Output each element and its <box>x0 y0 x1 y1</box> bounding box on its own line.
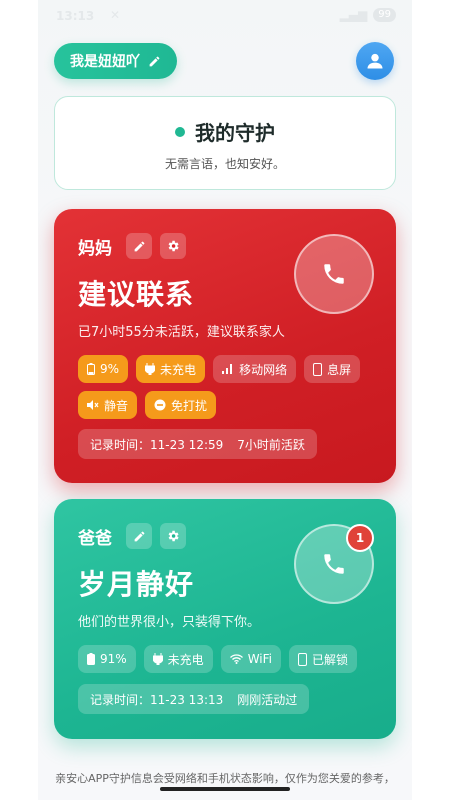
signal-bars-icon <box>222 364 233 374</box>
do-not-disturb-icon <box>154 399 166 411</box>
member-settings-button[interactable] <box>160 523 186 549</box>
record-row: 记录时间：11-23 12:59 7小时前活跃 <box>78 429 317 459</box>
battery-full-icon <box>87 653 95 665</box>
call-button[interactable] <box>294 234 374 314</box>
phone-device-icon <box>298 652 307 666</box>
edit-member-button[interactable] <box>126 233 152 259</box>
signal-status-icon: ▂▄▆ <box>339 8 368 22</box>
mute-status-icon: ✕ <box>110 8 121 22</box>
status-dot <box>175 126 185 137</box>
footer-disclaimer: 亲安心APP守护信息会受网络和手机状态影响，仅作为您关爱的参考， <box>55 772 395 785</box>
wifi-icon <box>229 654 243 664</box>
record-ago: 7小时前活跃 <box>237 437 305 452</box>
app-screen: 13:13 ✕ ▂▄▆ 99 我是妞妞吖 我的守护 无需言语，也知安好。 妈妈 <box>38 0 412 800</box>
gear-icon <box>168 530 179 542</box>
status-time: 13:13 <box>56 9 95 23</box>
notification-badge: 1 <box>346 524 374 552</box>
nickname-label: 我是妞妞吖 <box>70 54 140 70</box>
member-name: 妈妈 <box>78 238 112 259</box>
member-name: 爸爸 <box>78 528 112 549</box>
member-description: 他们的世界很小，只装得下你。 <box>78 615 261 630</box>
edit-member-button[interactable] <box>126 523 152 549</box>
plug-icon <box>145 363 156 375</box>
mute-icon <box>87 400 99 410</box>
battery-low-icon <box>87 363 95 375</box>
guard-title: 我的守护 <box>195 121 275 145</box>
guard-subtitle: 无需言语，也知安好。 <box>164 157 285 171</box>
home-indicator[interactable] <box>160 787 290 791</box>
chip-label: WiFi <box>247 652 272 666</box>
nickname-edit-button[interactable]: 我是妞妞吖 <box>54 43 177 79</box>
device-status-chips: 91% 未充电 WiFi 已解锁 <box>78 645 378 673</box>
record-row: 记录时间：11-23 13:13 刚刚活动过 <box>78 684 310 714</box>
user-icon <box>367 53 383 69</box>
gear-icon <box>168 240 179 252</box>
record-ago: 刚刚活动过 <box>237 692 298 707</box>
status-indicators: ▂▄▆ 99 <box>340 8 396 22</box>
profile-avatar-button[interactable] <box>356 42 394 80</box>
chip-charging: 未充电 <box>143 645 213 673</box>
chip-label: 未充电 <box>167 652 204 667</box>
member-description: 已7小时55分未活跃，建议联系家人 <box>78 325 285 340</box>
battery-status-badge: 99 <box>373 8 396 22</box>
pencil-icon <box>149 56 160 66</box>
phone-icon <box>324 554 344 574</box>
family-card-mom[interactable]: 妈妈 建议联系 已7小时55分未活跃，建议联系家人 9% 未充电 移动网络 息屏… <box>54 209 396 483</box>
card-header: 妈妈 <box>78 233 186 259</box>
chip-screen: 已解锁 <box>289 645 358 673</box>
family-card-dad[interactable]: 爸爸 岁月静好 他们的世界很小，只装得下你。 1 91% 未充电 WiFi 已解… <box>54 499 396 739</box>
chip-mute: 静音 <box>78 391 138 419</box>
phone-device-icon <box>313 362 323 376</box>
member-settings-button[interactable] <box>160 233 186 259</box>
chip-label: 移动网络 <box>239 362 288 377</box>
pencil-icon <box>134 241 144 251</box>
chip-screen: 息屏 <box>304 355 361 383</box>
chip-charging: 未充电 <box>136 355 206 383</box>
chip-network: 移动网络 <box>213 355 297 383</box>
record-time: 记录时间：11-23 12:59 <box>90 437 224 452</box>
chip-dnd: 免打扰 <box>145 391 217 419</box>
my-guard-card: 我的守护 无需言语，也知安好。 <box>54 96 396 190</box>
device-status-chips: 9% 未充电 移动网络 息屏 静音 免打扰 <box>78 355 378 419</box>
status-bar: 13:13 ✕ ▂▄▆ 99 <box>38 0 412 34</box>
chip-battery: 9% <box>78 355 129 383</box>
chip-label: 91% <box>100 652 127 666</box>
card-header: 爸爸 <box>78 523 186 549</box>
member-status: 建议联系 <box>78 278 195 311</box>
guard-title-row: 我的守护 <box>55 117 395 146</box>
plug-icon <box>152 653 163 665</box>
chip-battery: 91% <box>78 645 136 673</box>
phone-icon <box>324 264 344 284</box>
chip-label: 未充电 <box>160 362 197 377</box>
chip-label: 息屏 <box>327 362 352 377</box>
member-status: 岁月静好 <box>78 568 195 601</box>
chip-label: 9% <box>100 362 120 376</box>
chip-network: WiFi <box>220 645 281 673</box>
chip-label: 已解锁 <box>312 652 349 667</box>
chip-label: 静音 <box>104 398 129 413</box>
pencil-icon <box>134 531 144 541</box>
record-time: 记录时间：11-23 13:13 <box>90 692 224 707</box>
chip-label: 免打扰 <box>171 398 208 413</box>
